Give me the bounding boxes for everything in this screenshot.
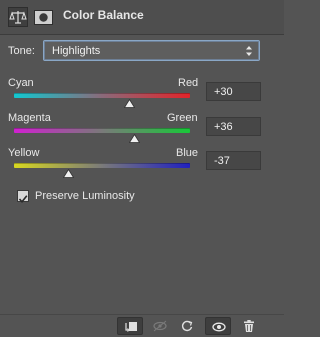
tone-dropdown[interactable]: Highlights bbox=[43, 40, 260, 61]
dropdown-arrows-icon bbox=[245, 44, 253, 56]
visibility-toggle-button[interactable] bbox=[205, 317, 231, 335]
yellow-blue-value-input[interactable]: -37 bbox=[206, 151, 261, 170]
yellow-blue-slider-track[interactable] bbox=[14, 163, 190, 168]
yellow-blue-slider-thumb[interactable] bbox=[62, 165, 75, 178]
magenta-green-slider-track[interactable] bbox=[14, 128, 190, 133]
tone-selected-value: Highlights bbox=[52, 45, 101, 57]
preserve-luminosity-label: Preserve Luminosity bbox=[35, 190, 135, 202]
cyan-red-slider-track[interactable] bbox=[14, 93, 190, 98]
visibility-eye-icon bbox=[212, 322, 226, 332]
magenta-green-slider-thumb[interactable] bbox=[128, 130, 141, 143]
red-label: Red bbox=[178, 77, 199, 89]
tone-label: Tone: bbox=[8, 45, 35, 57]
view-previous-state-icon bbox=[153, 320, 167, 332]
panel-header: Color Balance bbox=[0, 0, 284, 35]
view-previous-state-button[interactable] bbox=[146, 317, 172, 335]
cyan-red-slider-thumb[interactable] bbox=[123, 95, 136, 108]
panel-title: Color Balance bbox=[63, 8, 144, 22]
blue-label: Blue bbox=[176, 147, 199, 159]
green-label: Green bbox=[167, 112, 198, 124]
balance-scale-icon[interactable] bbox=[8, 7, 28, 27]
clip-to-layer-button[interactable] bbox=[117, 317, 143, 335]
cyan-label: Cyan bbox=[8, 77, 34, 89]
yellow-label: Yellow bbox=[8, 147, 40, 159]
reset-icon bbox=[181, 320, 193, 332]
color-balance-panel: Color Balance Tone: Highlights Cyan Red … bbox=[0, 0, 284, 337]
magenta-green-value-input[interactable]: +36 bbox=[206, 117, 261, 136]
delete-button[interactable] bbox=[236, 317, 262, 335]
trash-icon bbox=[244, 320, 254, 332]
layer-mask-icon[interactable] bbox=[34, 7, 54, 27]
magenta-label: Magenta bbox=[8, 112, 51, 124]
bottom-toolbar bbox=[0, 314, 284, 337]
preserve-luminosity-checkbox[interactable] bbox=[17, 190, 29, 204]
reset-button[interactable] bbox=[174, 317, 200, 335]
cyan-red-value-input[interactable]: +30 bbox=[206, 82, 261, 101]
clip-to-layer-icon bbox=[125, 322, 137, 332]
checkmark-icon bbox=[18, 195, 28, 204]
